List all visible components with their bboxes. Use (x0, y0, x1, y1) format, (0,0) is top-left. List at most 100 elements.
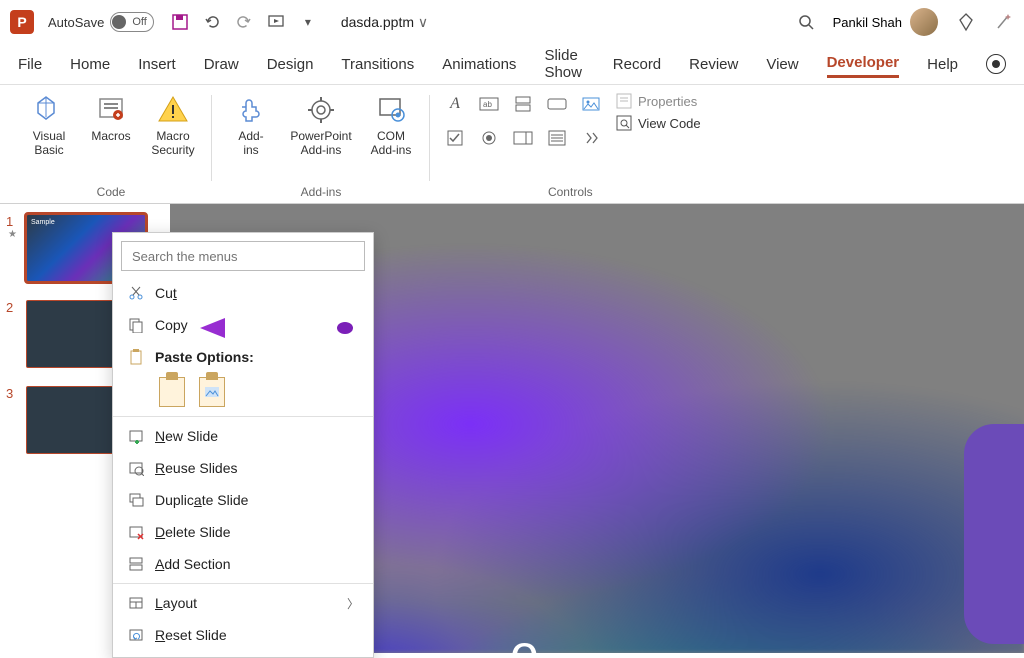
paste-use-destination-icon[interactable] (159, 377, 185, 407)
optionbutton-control-icon[interactable] (474, 123, 504, 153)
checkbox-control-icon[interactable] (440, 123, 470, 153)
menu-reuse-slides[interactable]: Reuse Slides (113, 452, 373, 484)
cut-icon (127, 284, 145, 302)
svg-text:ab: ab (483, 100, 492, 109)
ribbon: Visual Basic Macros Macro Security Code … (0, 84, 1024, 204)
addins-icon (234, 93, 268, 127)
menu-reset-slide[interactable]: Reset Slide (113, 619, 373, 651)
paste-options-icons (113, 373, 373, 413)
tab-animations[interactable]: Animations (442, 52, 516, 77)
reset-slide-icon (127, 626, 145, 644)
delete-slide-icon (127, 523, 145, 541)
controls-gallery: A ab (440, 89, 606, 153)
tab-file[interactable]: File (18, 52, 42, 77)
combobox-control-icon[interactable] (508, 123, 538, 153)
redo-icon[interactable] (235, 13, 253, 31)
commandbutton-control-icon[interactable] (542, 89, 572, 119)
spinner-control-icon[interactable] (508, 89, 538, 119)
menu-new-slide[interactable]: New Slide (113, 420, 373, 452)
view-code-icon (616, 115, 632, 131)
thumb-number: 1 (6, 214, 20, 229)
autosave-label: AutoSave (48, 15, 104, 30)
tab-insert[interactable]: Insert (138, 52, 176, 77)
user-name: Pankil Shah (833, 15, 902, 30)
menu-search-input[interactable] (121, 241, 365, 271)
reuse-slides-icon (127, 459, 145, 477)
file-name[interactable]: dasda.pptm ∨ (341, 14, 428, 31)
properties-button: Properties (616, 93, 701, 109)
copy-icon (127, 316, 145, 334)
sparkle-icon[interactable] (994, 12, 1014, 32)
group-code: Visual Basic Macros Macro Security Code (10, 89, 212, 203)
tab-view[interactable]: View (766, 52, 798, 77)
tab-draw[interactable]: Draw (204, 52, 239, 77)
tab-design[interactable]: Design (267, 52, 314, 77)
view-code-button[interactable]: View Code (616, 115, 701, 131)
menu-cut[interactable]: Cut (113, 277, 373, 309)
menu-separator (113, 583, 373, 584)
search-icon[interactable] (797, 13, 815, 31)
add-section-icon (127, 555, 145, 573)
autosave-control[interactable]: AutoSave Off (48, 12, 157, 32)
qat-more-icon[interactable]: ▾ (299, 13, 317, 31)
com-addins-icon (374, 93, 408, 127)
menu-separator (113, 416, 373, 417)
powerpoint-app-icon: P (10, 10, 34, 34)
label-control-icon[interactable]: A (440, 89, 470, 119)
slide-title-text: e (510, 624, 539, 653)
context-menu: Cut Copy Paste Options: New Slide Reuse … (112, 232, 374, 658)
addins-button[interactable]: Add- ins (222, 89, 280, 157)
group-label-addins: Add-ins (301, 185, 342, 203)
title-bar: P AutoSave Off ▾ dasda.pptm ∨ Pankil Sha… (0, 0, 1024, 44)
autosave-state: Off (132, 16, 146, 28)
menu-copy[interactable]: Copy (113, 309, 373, 341)
group-label-controls: Controls (548, 185, 593, 203)
tab-record[interactable]: Record (613, 52, 661, 77)
slideshow-icon[interactable] (267, 13, 285, 31)
tab-slide-show[interactable]: Slide Show (544, 43, 584, 85)
image-control-icon[interactable] (576, 89, 606, 119)
diamond-icon[interactable] (956, 12, 976, 32)
tab-transitions[interactable]: Transitions (341, 52, 414, 77)
listbox-control-icon[interactable] (542, 123, 572, 153)
macros-button[interactable]: Macros (82, 89, 140, 143)
menu-search (121, 241, 365, 271)
presentation-mode-button[interactable] (986, 54, 1006, 74)
tab-help[interactable]: Help (927, 52, 958, 77)
group-controls: A ab Properties View Code (430, 89, 711, 203)
thumb-number: 2 (6, 300, 20, 368)
thumb-number: 3 (6, 386, 20, 454)
new-slide-icon (127, 427, 145, 445)
quick-access-toolbar: ▾ (171, 13, 317, 31)
properties-icon (616, 93, 632, 109)
duplicate-slide-icon (127, 491, 145, 509)
warning-icon (156, 93, 190, 127)
chevron-right-icon: 〉 (347, 595, 359, 612)
powerpoint-addins-button[interactable]: PowerPoint Add-ins (284, 89, 358, 157)
more-controls-icon[interactable] (576, 123, 606, 153)
gear-icon (304, 93, 338, 127)
menu-layout[interactable]: Layout 〉 (113, 587, 373, 619)
tab-developer[interactable]: Developer (827, 50, 900, 78)
menu-add-section[interactable]: Add Section (113, 548, 373, 580)
macros-icon (94, 93, 128, 127)
menu-duplicate-slide[interactable]: Duplicate Slide (113, 484, 373, 516)
macro-security-button[interactable]: Macro Security (144, 89, 202, 157)
visual-basic-button[interactable]: Visual Basic (20, 89, 78, 157)
paste-icon (127, 348, 145, 366)
user-account[interactable]: Pankil Shah (833, 8, 938, 36)
tab-review[interactable]: Review (689, 52, 738, 77)
animation-star-icon: ★ (8, 229, 20, 240)
purple-shape (964, 424, 1024, 644)
textbox-control-icon[interactable]: ab (474, 89, 504, 119)
layout-icon (127, 594, 145, 612)
group-label-code: Code (97, 185, 126, 203)
tab-home[interactable]: Home (70, 52, 110, 77)
save-icon[interactable] (171, 13, 189, 31)
group-addins: Add- ins PowerPoint Add-ins COM Add-ins … (212, 89, 430, 203)
undo-icon[interactable] (203, 13, 221, 31)
ribbon-tabs: File Home Insert Draw Design Transitions… (0, 44, 1024, 84)
paste-picture-icon[interactable] (199, 377, 225, 407)
com-addins-button[interactable]: COM Add-ins (362, 89, 420, 157)
menu-delete-slide[interactable]: Delete Slide (113, 516, 373, 548)
